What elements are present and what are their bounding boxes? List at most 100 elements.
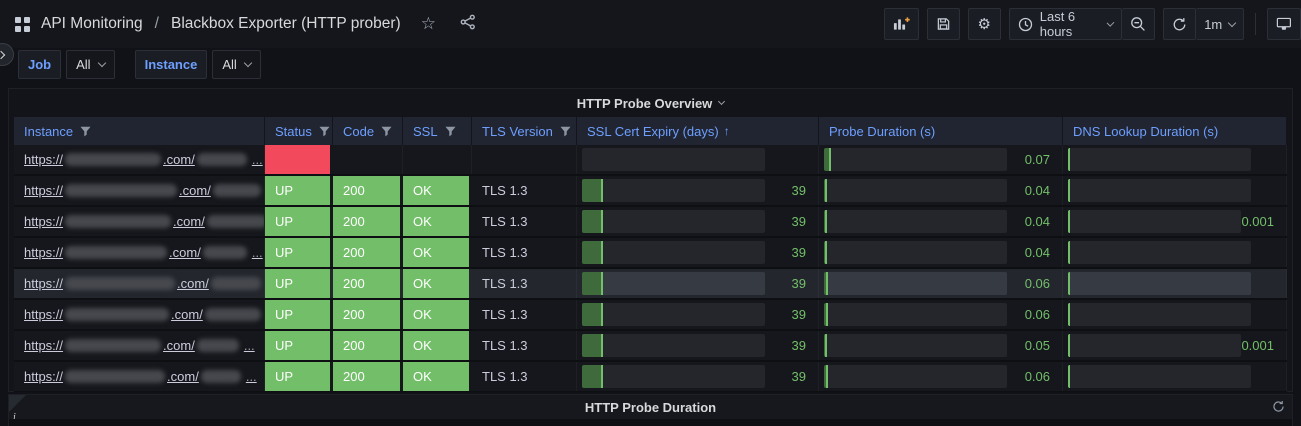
instance-link[interactable]: https://.com/. bbox=[24, 183, 264, 198]
tls-cell bbox=[472, 145, 577, 174]
refresh-interval-dropdown[interactable]: 1m bbox=[1196, 8, 1245, 40]
gauge-track bbox=[1068, 272, 1251, 295]
probe-duration-cell: 0.05 bbox=[819, 331, 1063, 360]
gauge-value: 0.04 bbox=[1024, 245, 1050, 260]
code-cell: 200 bbox=[333, 207, 400, 236]
cert-expiry-cell: 39 bbox=[577, 362, 819, 391]
time-range-picker[interactable]: Last 6 hours bbox=[1008, 8, 1123, 40]
probe-duration-cell: 0.06 bbox=[819, 300, 1063, 329]
gauge-track bbox=[582, 272, 765, 295]
instance-cell: https://.com/... bbox=[14, 207, 265, 236]
cert-expiry-cell: 39 bbox=[577, 207, 819, 236]
probe-duration-cell: 0.04 bbox=[819, 207, 1063, 236]
filter-icon[interactable] bbox=[319, 126, 330, 137]
url-domain-suffix: .com/ bbox=[163, 152, 195, 167]
instance-link[interactable]: https://.com/... bbox=[24, 214, 264, 229]
dns-duration-cell bbox=[1063, 300, 1287, 329]
status-cell: UP bbox=[265, 300, 330, 329]
panel-refresh-icon bbox=[1272, 400, 1285, 418]
column-header-status[interactable]: Status bbox=[265, 117, 333, 145]
column-header-probe-duration-s[interactable]: Probe Duration (s) bbox=[819, 117, 1063, 145]
panel-title-menu[interactable]: HTTP Probe Duration bbox=[9, 395, 1292, 419]
instance-link[interactable]: https://.com/... bbox=[24, 369, 257, 384]
column-header-instance[interactable]: Instance bbox=[14, 117, 265, 145]
column-header-code[interactable]: Code bbox=[333, 117, 403, 145]
filter-icon[interactable] bbox=[445, 126, 456, 137]
favorite-star-icon[interactable]: ☆ bbox=[421, 14, 436, 34]
variable-job-label[interactable]: Job bbox=[18, 50, 62, 79]
redacted-path bbox=[210, 277, 261, 290]
instance-link[interactable]: https://.com/... bbox=[24, 307, 264, 322]
variable-instance-label[interactable]: Instance bbox=[134, 50, 208, 79]
variable-instance-value: All bbox=[222, 57, 237, 72]
instance-link[interactable]: https://.com/.. bbox=[24, 276, 264, 291]
status-cell: UP bbox=[265, 176, 330, 205]
clock-icon bbox=[1018, 17, 1033, 32]
refresh-button[interactable] bbox=[1163, 8, 1197, 40]
column-header-ssl-cert-expiry-days[interactable]: SSL Cert Expiry (days) ↑ bbox=[577, 117, 819, 145]
save-dashboard-button[interactable] bbox=[926, 8, 960, 40]
instance-link[interactable]: https://.com/... bbox=[24, 152, 263, 167]
gear-icon: ⚙ bbox=[977, 16, 991, 33]
instance-cell: https://.com/... bbox=[14, 145, 265, 174]
gauge-fill bbox=[824, 210, 827, 233]
breadcrumb-folder[interactable]: API Monitoring bbox=[41, 15, 143, 33]
gauge-value: 0.05 bbox=[1024, 338, 1050, 353]
code-cell bbox=[333, 145, 403, 174]
gauge-track bbox=[1068, 179, 1251, 202]
gauge-fill bbox=[824, 334, 828, 357]
filter-icon[interactable] bbox=[80, 126, 91, 137]
filter-icon[interactable] bbox=[560, 126, 571, 137]
apps-icon[interactable] bbox=[14, 16, 31, 33]
column-label: DNS Lookup Duration (s) bbox=[1073, 123, 1219, 139]
zoom-out-button[interactable] bbox=[1122, 8, 1156, 40]
top-nav: API Monitoring / Blackbox Exporter (HTTP… bbox=[0, 0, 1301, 48]
tls-cell: TLS 1.3 bbox=[472, 331, 577, 360]
variable-job-value-dropdown[interactable]: All bbox=[66, 50, 115, 79]
column-header-tls-version[interactable]: TLS Version bbox=[472, 117, 577, 145]
status-cell: UP bbox=[265, 331, 330, 360]
probe-duration-cell: 0.06 bbox=[819, 362, 1063, 391]
add-panel-button[interactable] bbox=[884, 8, 919, 40]
table-row: https:// .com/... 0.07 bbox=[14, 145, 1287, 176]
chevron-down-icon bbox=[1228, 18, 1237, 27]
kiosk-mode-button[interactable] bbox=[1267, 8, 1301, 40]
instance-link[interactable]: https://.com/... bbox=[24, 338, 255, 353]
redacted-host bbox=[65, 370, 166, 383]
table-row: https://.com/... UP 200 OK TLS 1.3 39 0.… bbox=[14, 300, 1287, 331]
gauge-track bbox=[582, 210, 765, 233]
chevron-down-icon bbox=[243, 58, 253, 68]
gauge-track bbox=[1068, 148, 1251, 171]
column-label: Status bbox=[275, 123, 312, 139]
url-prefix: https:// bbox=[24, 214, 64, 229]
variable-instance-value-dropdown[interactable]: All bbox=[212, 50, 261, 79]
redacted-host bbox=[65, 215, 172, 228]
redacted-path bbox=[196, 153, 247, 166]
instance-link[interactable]: https://.com/... bbox=[24, 245, 263, 260]
dns-duration-cell: 0.001 bbox=[1063, 207, 1287, 236]
panel-title-menu[interactable]: HTTP Probe Overview bbox=[9, 89, 1292, 117]
table-row: https://.com/... UP 200 OK TLS 1.3 39 0.… bbox=[14, 238, 1287, 269]
gauge-value: 0.04 bbox=[1024, 214, 1050, 229]
url-domain-suffix: .com/ bbox=[169, 245, 201, 260]
settings-button[interactable]: ⚙ bbox=[967, 8, 1001, 40]
column-header-ssl[interactable]: SSL bbox=[403, 117, 472, 145]
url-ellipsis: ... bbox=[251, 152, 263, 167]
url-prefix: https:// bbox=[24, 245, 64, 260]
gauge-value: 39 bbox=[791, 338, 806, 353]
breadcrumb-separator: / bbox=[154, 15, 159, 32]
filter-icon[interactable] bbox=[381, 126, 392, 137]
ssl-cell: OK bbox=[403, 331, 469, 360]
probe-duration-cell: 0.06 bbox=[819, 269, 1063, 298]
redacted-path bbox=[200, 370, 241, 383]
gauge-fill bbox=[582, 272, 604, 295]
gauge-fill bbox=[1068, 334, 1070, 357]
gauge-fill bbox=[582, 365, 604, 388]
gauge-value: 0.07 bbox=[1024, 152, 1050, 167]
gauge-fill bbox=[1068, 241, 1070, 264]
url-domain-suffix: .com/ bbox=[173, 214, 205, 229]
share-icon[interactable] bbox=[460, 14, 476, 35]
column-header-dns-lookup-duration-s[interactable]: DNS Lookup Duration (s) bbox=[1063, 117, 1287, 145]
gauge-fill bbox=[824, 303, 828, 326]
probe-table: Instance Status Code SSL TLS Version SSL Cert… bbox=[14, 117, 1287, 392]
